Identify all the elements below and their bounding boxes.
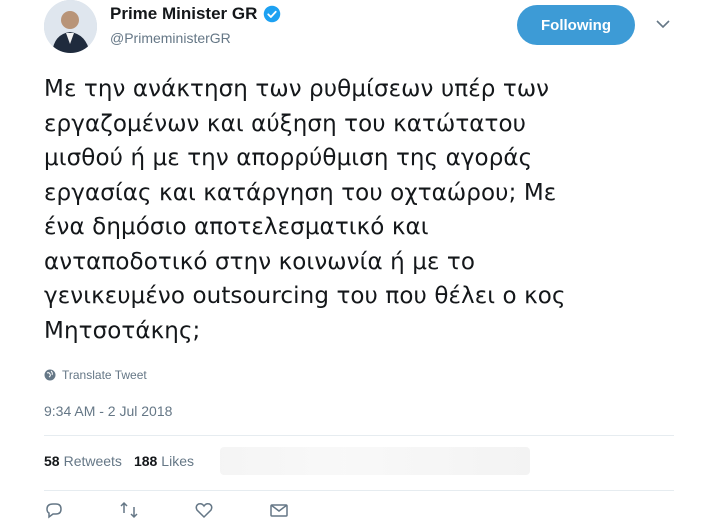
following-button[interactable]: Following: [517, 5, 635, 45]
tweet-actions: [44, 500, 289, 520]
display-name[interactable]: Prime Minister GR: [110, 4, 257, 24]
retweet-icon[interactable]: [119, 500, 139, 520]
like-icon[interactable]: [194, 500, 214, 520]
translate-tweet-link[interactable]: Translate Tweet: [44, 368, 147, 382]
verified-badge-icon: [264, 5, 281, 23]
tweet-timestamp[interactable]: 9:34 AM - 2 Jul 2018: [44, 403, 172, 419]
divider: [44, 435, 674, 436]
retweets-stat[interactable]: 58 Retweets: [44, 453, 122, 469]
retweets-label: Retweets: [63, 453, 122, 469]
likes-stat[interactable]: 188 Likes: [134, 453, 194, 469]
globe-icon: [44, 369, 56, 381]
tweet-stats: 58 Retweets 188 Likes: [44, 453, 194, 469]
message-icon[interactable]: [269, 500, 289, 520]
reply-icon[interactable]: [44, 500, 64, 520]
tweet-header: Prime Minister GR @PrimeministerGR Follo…: [0, 0, 717, 60]
translate-label[interactable]: Translate Tweet: [62, 368, 147, 382]
likes-count: 188: [133, 453, 158, 469]
user-handle[interactable]: @PrimeministerGR: [110, 30, 231, 46]
avatar[interactable]: [44, 0, 97, 53]
likers-avatars-strip[interactable]: [220, 447, 530, 475]
likes-label: Likes: [161, 453, 194, 469]
divider: [44, 490, 674, 491]
retweets-count: 58: [44, 453, 60, 469]
chevron-down-icon[interactable]: [655, 18, 671, 30]
tweet-text: Με την ανάκτηση των ρυθμίσεων υπέρ των ε…: [44, 76, 566, 344]
